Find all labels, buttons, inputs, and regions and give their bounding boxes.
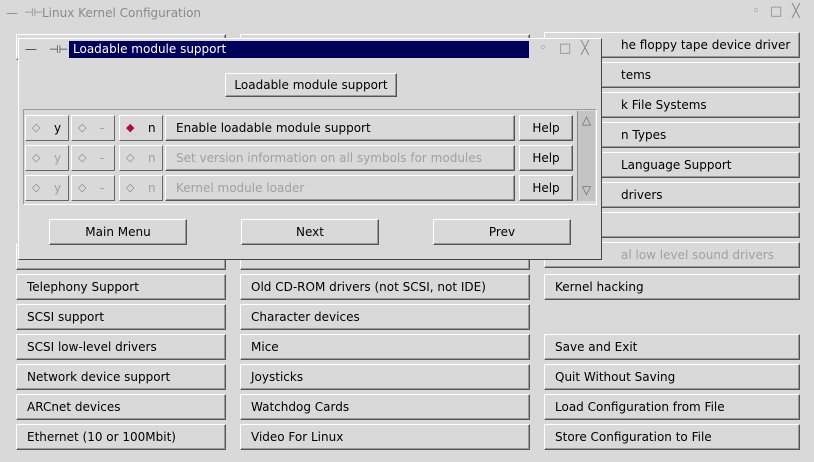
help-button[interactable]: Help xyxy=(519,115,573,141)
dialog-pin-icon[interactable]: ⊣⊢ xyxy=(49,43,68,56)
radio-diamond-icon: ◇ xyxy=(126,151,135,164)
loadable-module-dialog: — ⊣⊢ Loadable module support ◦ □ ╳ Loada… xyxy=(18,38,602,260)
minimize-icon[interactable]: ◦ xyxy=(752,4,760,19)
menu-button-watchdog[interactable]: Watchdog Cards xyxy=(240,394,530,420)
dialog-title: Loadable module support xyxy=(69,41,529,58)
main-menu-button[interactable]: Main Menu xyxy=(49,219,187,245)
dialog-minimize-icon[interactable]: ◦ xyxy=(539,41,547,56)
scroll-down-icon[interactable]: ▽ xyxy=(579,183,594,197)
radio-diamond-icon: ◇ xyxy=(32,121,41,134)
window-title: Linux Kernel Configuration xyxy=(42,6,202,20)
radio-selected-icon: ◆ xyxy=(126,121,135,134)
radio-diamond-icon: ◇ xyxy=(126,181,135,194)
prev-button[interactable]: Prev xyxy=(433,219,571,245)
load-config-button[interactable]: Load Configuration from File xyxy=(544,394,800,420)
radio-diamond-icon: ◇ xyxy=(78,181,87,194)
help-button[interactable]: Help xyxy=(519,175,573,201)
option-n-radio[interactable]: ◇ n xyxy=(119,175,163,201)
option-y-radio[interactable]: ◇ y xyxy=(25,175,69,201)
quit-without-saving-button[interactable]: Quit Without Saving xyxy=(544,364,800,390)
option-m-radio[interactable]: ◇ - xyxy=(71,145,115,171)
radio-diamond-icon: ◇ xyxy=(78,121,87,134)
scroll-up-icon[interactable]: △ xyxy=(579,113,594,127)
dialog-titlebar: — ⊣⊢ Loadable module support ◦ □ ╳ xyxy=(19,39,601,61)
help-button[interactable]: Help xyxy=(519,145,573,171)
option-n-radio[interactable]: ◆ n xyxy=(119,115,163,141)
radio-diamond-icon: ◇ xyxy=(78,151,87,164)
window-menu-icon[interactable]: — xyxy=(6,6,18,20)
radio-diamond-icon: ◇ xyxy=(32,151,41,164)
option-label[interactable]: Enable loadable module support xyxy=(165,115,515,141)
option-m-radio[interactable]: ◇ - xyxy=(71,175,115,201)
menu-button-video4linux[interactable]: Video For Linux xyxy=(240,424,530,450)
option-y-radio[interactable]: ◇ y xyxy=(25,145,69,171)
dialog-close-icon[interactable]: ╳ xyxy=(581,41,589,56)
menu-button-kernel-hacking[interactable]: Kernel hacking xyxy=(544,274,800,300)
option-label[interactable]: Kernel module loader xyxy=(165,175,515,201)
main-titlebar: — ⊣⊢ Linux Kernel Configuration ◦ □ ╳ xyxy=(0,0,814,26)
pin-icon[interactable]: ⊣⊢ xyxy=(24,6,43,19)
menu-button-ethernet[interactable]: Ethernet (10 or 100Mbit) xyxy=(16,424,226,450)
option-y-radio[interactable]: ◇ y xyxy=(25,115,69,141)
menu-button-mice[interactable]: Mice xyxy=(240,334,530,360)
maximize-icon[interactable]: □ xyxy=(770,4,782,19)
close-icon[interactable]: ╳ xyxy=(792,4,800,19)
option-m-radio[interactable]: ◇ - xyxy=(71,115,115,141)
menu-button-old-cdrom[interactable]: Old CD-ROM drivers (not SCSI, not IDE) xyxy=(240,274,530,300)
menu-button-character-devices[interactable]: Character devices xyxy=(240,304,530,330)
radio-diamond-icon: ◇ xyxy=(32,181,41,194)
menu-button-scsi-lowlevel[interactable]: SCSI low-level drivers xyxy=(16,334,226,360)
option-label[interactable]: Set version information on all symbols f… xyxy=(165,145,515,171)
menu-button-telephony[interactable]: Telephony Support xyxy=(16,274,226,300)
store-config-button[interactable]: Store Configuration to File xyxy=(544,424,800,450)
menu-button-arcnet[interactable]: ARCnet devices xyxy=(16,394,226,420)
options-scrollbar[interactable]: △ ▽ xyxy=(577,111,595,201)
dialog-header-button[interactable]: Loadable module support xyxy=(225,73,397,97)
menu-button-scsi[interactable]: SCSI support xyxy=(16,304,226,330)
save-and-exit-button[interactable]: Save and Exit xyxy=(544,334,800,360)
menu-button-network[interactable]: Network device support xyxy=(16,364,226,390)
dialog-maximize-icon[interactable]: □ xyxy=(559,41,571,56)
menu-button-joysticks[interactable]: Joysticks xyxy=(240,364,530,390)
next-button[interactable]: Next xyxy=(241,219,379,245)
option-n-radio[interactable]: ◇ n xyxy=(119,145,163,171)
dialog-menu-icon[interactable]: — xyxy=(25,42,37,56)
